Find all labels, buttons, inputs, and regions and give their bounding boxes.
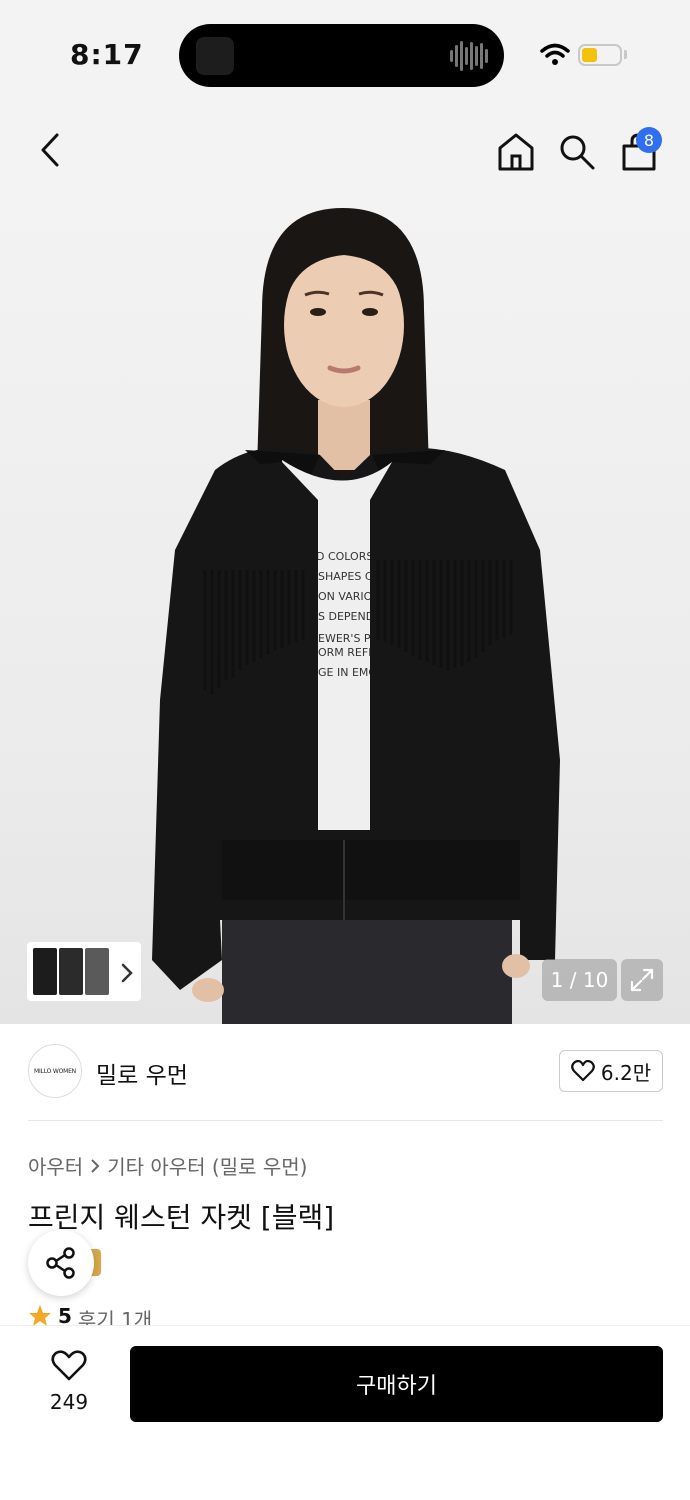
home-button[interactable] xyxy=(494,128,538,176)
svg-text:D COLORS: D COLORS xyxy=(316,550,373,563)
svg-text:SHAPES C: SHAPES C xyxy=(318,570,373,583)
brand-like-count: 6.2만 xyxy=(600,1060,652,1085)
dynamic-island xyxy=(179,24,504,87)
model-photo: D COLORS SHAPES C ON VARIOU S DEPENDIN E… xyxy=(152,208,560,1024)
chevron-right-icon[interactable] xyxy=(120,962,134,984)
top-nav xyxy=(0,100,690,200)
island-app-icon xyxy=(196,37,234,75)
product-title: 프린지 웨스턴 자켓 [블랙] xyxy=(28,1201,335,1234)
search-icon xyxy=(560,135,595,170)
breadcrumb: 아우터 기타 아우터 (밀로 우먼) xyxy=(28,1151,307,1180)
chevron-right-icon xyxy=(91,1158,100,1173)
heart-icon xyxy=(571,1060,595,1082)
status-bar: 8:17 xyxy=(0,0,690,100)
chevron-left-icon xyxy=(41,133,59,167)
breadcrumb-item[interactable]: 기타 아우터 (밀로 우먼) xyxy=(107,1151,307,1180)
search-button[interactable] xyxy=(555,130,599,174)
thumbnail-image[interactable] xyxy=(59,948,83,995)
share-button[interactable] xyxy=(28,1230,94,1296)
wishlist-button[interactable]: 249 xyxy=(40,1350,98,1414)
thumbnail-image[interactable] xyxy=(85,948,109,995)
expand-icon xyxy=(630,968,654,992)
rating-row[interactable]: 5 후기 1개 xyxy=(28,1304,152,1326)
battery-icon xyxy=(578,44,622,66)
review-count: 후기 1개 xyxy=(77,1308,153,1326)
expand-button[interactable] xyxy=(621,959,663,1001)
wifi-icon xyxy=(540,43,570,65)
share-icon xyxy=(46,1247,75,1279)
cart-count-badge: 8 xyxy=(636,127,662,153)
product-image[interactable]: D COLORS SHAPES C ON VARIOU S DEPENDIN E… xyxy=(0,200,690,1024)
audio-wave-icon xyxy=(450,40,488,72)
image-counter: 1 / 10 xyxy=(542,959,617,1001)
brand-name[interactable]: 밀로 우먼 xyxy=(96,1056,188,1090)
back-button[interactable] xyxy=(28,128,72,172)
rating-score: 5 xyxy=(58,1304,72,1326)
brand-logo[interactable]: MILLO WOMEN xyxy=(28,1044,82,1098)
status-time: 8:17 xyxy=(70,38,144,71)
divider xyxy=(28,1120,663,1121)
home-icon xyxy=(498,133,534,171)
brand-like-button[interactable]: 6.2만 xyxy=(559,1050,663,1092)
heart-icon xyxy=(51,1350,87,1381)
star-icon xyxy=(29,1305,51,1326)
bottom-action-bar: 249 구매하기 xyxy=(0,1325,690,1500)
svg-text:EWER'S PE: EWER'S PE xyxy=(318,632,378,645)
breadcrumb-item[interactable]: 아우터 xyxy=(28,1151,83,1180)
thumbnail-image[interactable] xyxy=(33,948,57,995)
wishlist-count: 249 xyxy=(49,1390,89,1414)
buy-button[interactable]: 구매하기 xyxy=(130,1346,663,1422)
